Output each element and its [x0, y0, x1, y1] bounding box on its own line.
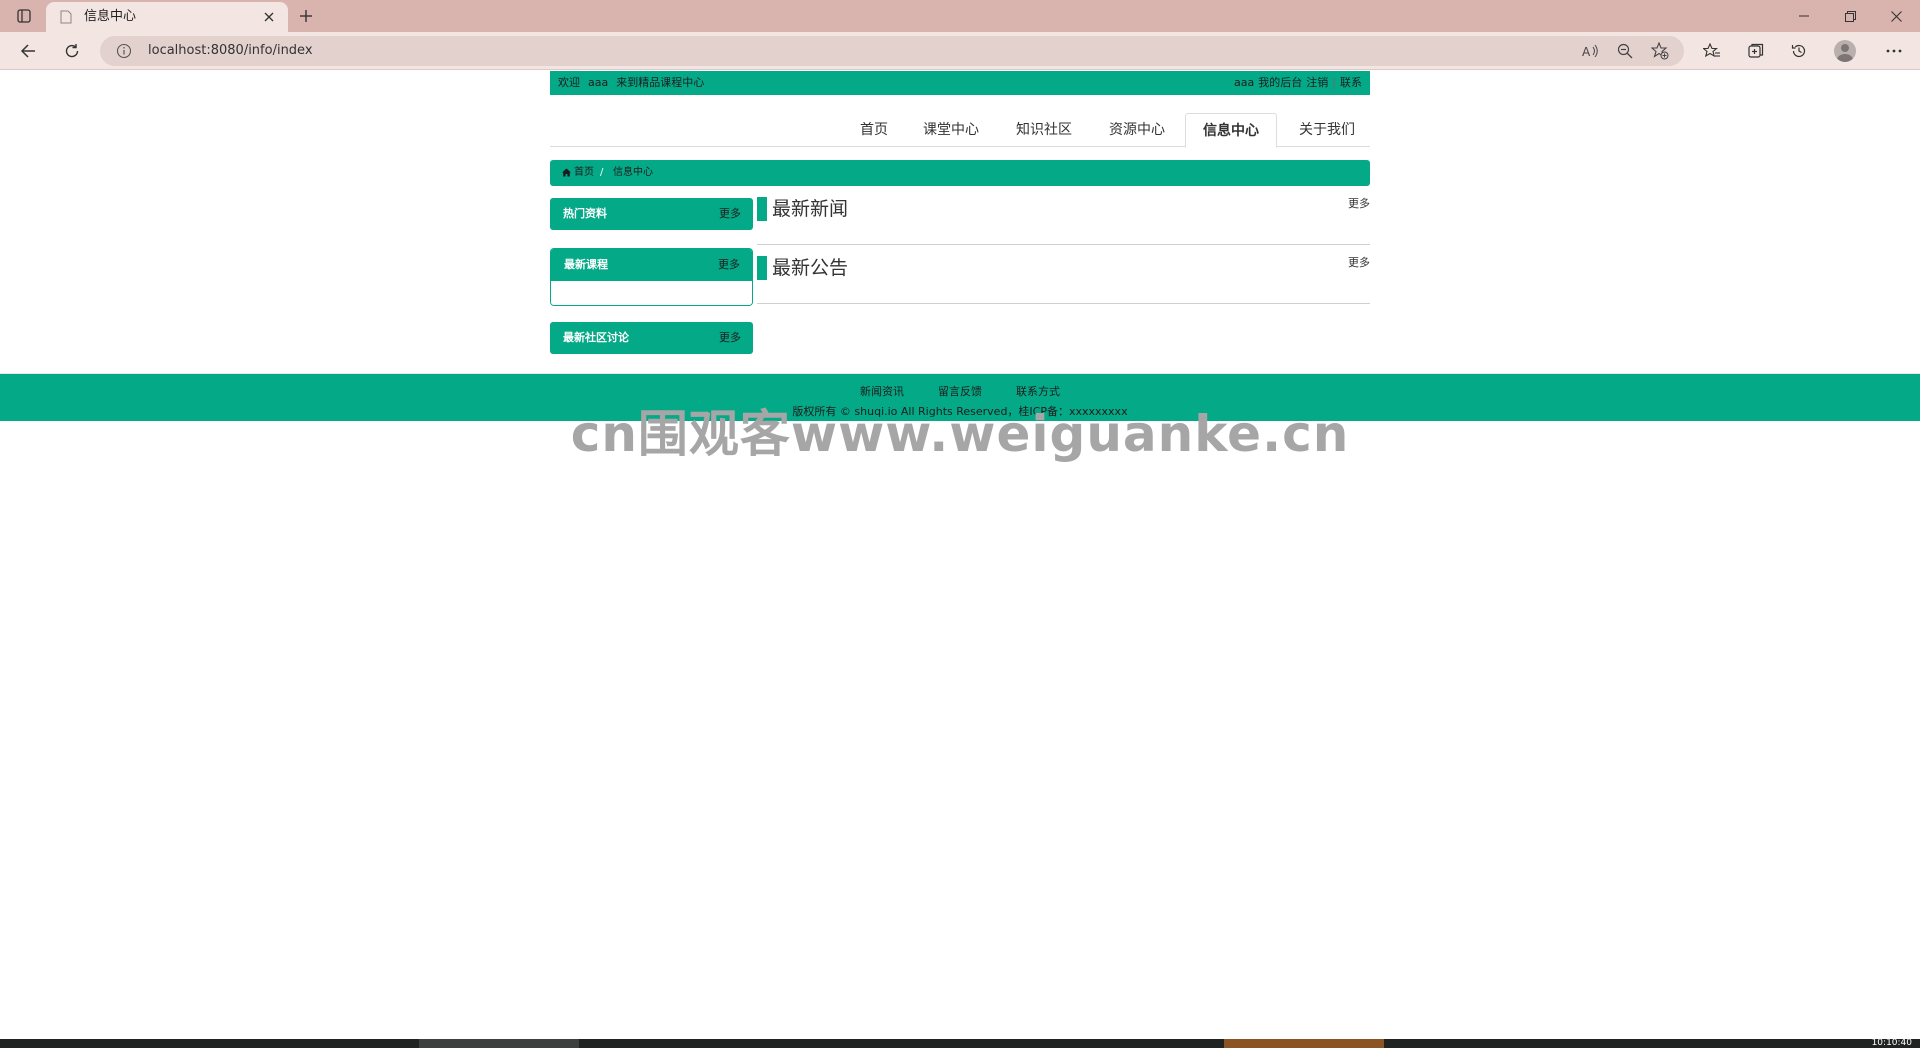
backend-link[interactable]: 我的后台 — [1258, 76, 1302, 89]
breadcrumb-current: 信息中心 — [613, 167, 653, 178]
top-info-bar: 欢迎 aaa 来到精品课程中心 aaa 我的后台 注销 | 联系 — [550, 71, 1370, 95]
restore-icon — [1844, 10, 1856, 22]
plus-icon — [300, 10, 312, 22]
breadcrumb-home[interactable]: 首页 — [574, 166, 594, 180]
current-username: aaa — [1234, 76, 1255, 89]
close-window-button[interactable] — [1874, 0, 1918, 32]
browser-tab-bar: 信息中心 — [0, 0, 1920, 32]
nav-item-community[interactable]: 知识社区 — [1010, 113, 1078, 147]
section-accent-bar — [757, 197, 767, 221]
profile-avatar[interactable] — [1834, 40, 1856, 62]
welcome-label: 欢迎 — [558, 76, 580, 89]
section-more-link[interactable]: 更多 — [1348, 256, 1370, 270]
info-icon — [116, 43, 132, 59]
taskbar-app-item[interactable] — [419, 1039, 579, 1048]
restore-button[interactable] — [1828, 0, 1872, 32]
close-icon — [1890, 10, 1902, 22]
url-text[interactable]: localhost:8080/info/index — [148, 42, 313, 60]
page-icon — [60, 10, 72, 24]
new-tab-button[interactable] — [294, 4, 318, 28]
section-latest-notices: 最新公告 更多 — [757, 256, 1370, 304]
sidebar-toggle-icon — [17, 9, 31, 23]
history-icon — [1791, 44, 1806, 58]
history-button[interactable] — [1785, 38, 1813, 64]
nav-item-classroom[interactable]: 课堂中心 — [917, 113, 985, 147]
favorites-icon — [1703, 43, 1720, 58]
welcome-username: aaa — [588, 76, 609, 89]
read-aloud-icon: A — [1582, 44, 1598, 58]
read-aloud-button[interactable]: A — [1580, 41, 1602, 61]
sidebar-panel-latest-courses: 最新课程 更多 — [550, 248, 753, 306]
tab-actions-button[interactable] — [8, 4, 40, 28]
nav-item-resources[interactable]: 资源中心 — [1103, 113, 1171, 147]
welcome-text: 欢迎 aaa 来到精品课程中心 — [558, 76, 712, 90]
close-icon — [264, 12, 274, 22]
main-navigation: 首页 课堂中心 知识社区 资源中心 信息中心 关于我们 — [550, 113, 1370, 148]
section-more-link[interactable]: 更多 — [1348, 197, 1370, 211]
sidebar-panel-hot-materials: 热门资料 更多 — [550, 198, 753, 230]
footer-link-feedback[interactable]: 留言反馈 — [938, 385, 982, 399]
active-tab[interactable]: 信息中心 — [46, 2, 288, 32]
nav-item-about[interactable]: 关于我们 — [1290, 113, 1364, 147]
address-bar[interactable]: localhost:8080/info/index A — [100, 36, 1684, 66]
panel-body — [551, 281, 752, 305]
sidebar-panel-latest-discussions: 最新社区讨论 更多 — [550, 322, 753, 354]
footer-links: 新闻资讯 留言反馈 联系方式 — [0, 385, 1920, 399]
panel-title: 热门资料 — [563, 207, 607, 220]
os-taskbar: 10:10:40 — [0, 1039, 1920, 1048]
zoom-out-button[interactable] — [1614, 41, 1636, 61]
home-icon — [562, 168, 571, 177]
tab-title: 信息中心 — [84, 9, 137, 24]
back-button[interactable] — [14, 38, 42, 64]
taskbar-clock: 10:10:40 — [1871, 1039, 1912, 1048]
settings-more-button[interactable] — [1880, 38, 1908, 64]
tab-close-button[interactable] — [260, 8, 278, 26]
panel-more-link[interactable]: 更多 — [719, 207, 741, 221]
site-greeting: 来到精品课程中心 — [616, 76, 705, 89]
star-add-icon — [1651, 42, 1669, 60]
taskbar-app-item-active[interactable] — [1224, 1039, 1384, 1048]
breadcrumb-separator: / — [600, 167, 604, 178]
browser-toolbar: localhost:8080/info/index A — [0, 32, 1920, 70]
favorites-button[interactable] — [1698, 38, 1726, 64]
page-content: 欢迎 aaa 来到精品课程中心 aaa 我的后台 注销 | 联系 首页 课堂中心 知识社区 … — [0, 71, 1920, 1039]
zoom-out-icon — [1617, 43, 1633, 59]
panel-header: 最新课程 更多 — [551, 249, 752, 281]
section-latest-news: 最新新闻 更多 — [757, 197, 1370, 245]
collections-icon — [1748, 43, 1764, 58]
add-favorite-button[interactable] — [1649, 41, 1671, 61]
svg-text:A: A — [1582, 45, 1591, 58]
footer-link-news[interactable]: 新闻资讯 — [860, 385, 904, 399]
footer-link-contact[interactable]: 联系方式 — [1016, 385, 1060, 399]
panel-title: 最新社区讨论 — [563, 331, 629, 344]
section-accent-bar — [757, 256, 767, 280]
section-title: 最新公告 — [772, 257, 849, 279]
refresh-button[interactable] — [58, 38, 86, 64]
section-title: 最新新闻 — [772, 198, 849, 220]
panel-title: 最新课程 — [564, 258, 608, 271]
logout-link[interactable]: 注销 — [1306, 76, 1328, 89]
link-separator: | — [1332, 76, 1336, 89]
nav-item-info-center[interactable]: 信息中心 — [1185, 113, 1277, 148]
refresh-icon — [65, 44, 79, 58]
arrow-left-icon — [20, 44, 35, 58]
collections-button[interactable] — [1742, 38, 1770, 64]
contact-link[interactable]: 联系 — [1340, 76, 1362, 89]
nav-item-home[interactable]: 首页 — [847, 113, 901, 147]
minimize-icon — [1799, 15, 1809, 17]
user-links: aaa 我的后台 注销 | 联系 — [1230, 76, 1362, 90]
more-horizontal-icon — [1886, 49, 1902, 53]
panel-more-link[interactable]: 更多 — [719, 331, 741, 345]
watermark-text: cn围观客www.weiguanke.cn — [570, 405, 1350, 463]
panel-header: 热门资料 更多 — [550, 198, 753, 230]
panel-header: 最新社区讨论 更多 — [550, 322, 753, 354]
minimize-button[interactable] — [1782, 0, 1826, 32]
breadcrumb: 首页 / 信息中心 — [550, 160, 1370, 186]
panel-more-link[interactable]: 更多 — [718, 258, 740, 272]
